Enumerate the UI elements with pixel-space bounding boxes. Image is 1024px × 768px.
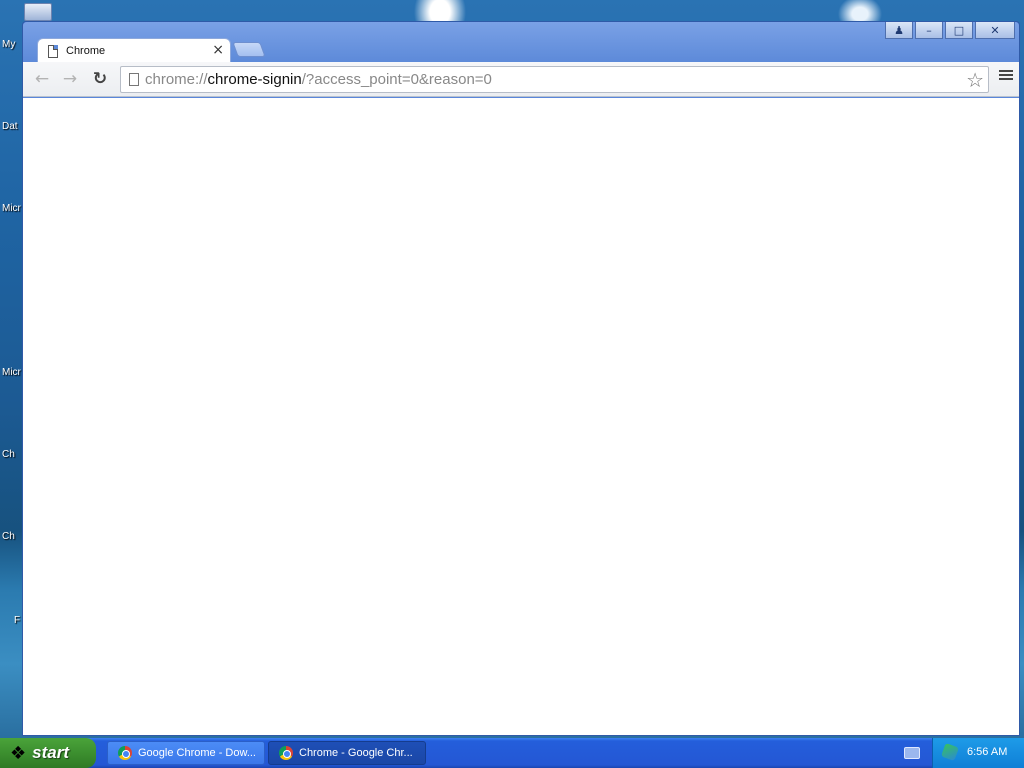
url-scheme: chrome://: [145, 71, 208, 88]
reload-icon[interactable]: ↻: [91, 70, 109, 88]
url-text[interactable]: chrome://chrome-signin/?access_point=0&r…: [145, 71, 492, 88]
url-path: /?access_point=0&reason=0: [301, 71, 492, 88]
profile-button[interactable]: ♟: [885, 22, 913, 39]
url-host: chrome-signin: [207, 71, 302, 88]
taskbar-item[interactable]: Google Chrome - Dow...: [107, 741, 265, 765]
windows-flag-icon: ❖: [10, 742, 27, 764]
desktop-icon-label[interactable]: Micr: [2, 203, 21, 214]
chrome-icon: [118, 746, 132, 760]
desktop-icon-label[interactable]: Ch: [2, 449, 15, 460]
page-icon: [48, 45, 58, 58]
person-icon: ♟: [894, 23, 904, 37]
new-tab-button[interactable]: [232, 42, 266, 57]
close-tab-icon[interactable]: ×: [212, 42, 224, 58]
taskbar: ❖ start Google Chrome - Dow... Chrome - …: [0, 738, 1024, 768]
window-controls: ♟ – □ ✕: [885, 22, 1015, 39]
title-bar[interactable]: ♟ – □ ✕ Chrome ×: [23, 22, 1019, 64]
toolbar: ← → ↻ chrome://chrome-signin/?access_poi…: [23, 62, 1019, 97]
desktop-icon-label[interactable]: Ch: [2, 531, 15, 542]
hamburger-menu-icon[interactable]: [999, 70, 1013, 88]
taskbar-item-label: Chrome - Google Chr...: [299, 747, 413, 759]
start-label: start: [32, 743, 69, 762]
address-bar[interactable]: chrome://chrome-signin/?access_point=0&r…: [120, 66, 989, 93]
network-icon[interactable]: [941, 743, 959, 761]
close-window-button[interactable]: ✕: [975, 22, 1015, 39]
taskbar-item-label: Google Chrome - Dow...: [138, 747, 256, 759]
tab-chrome[interactable]: Chrome ×: [37, 38, 231, 64]
desktop-icon-label[interactable]: Micr: [2, 367, 21, 378]
desktop-icon-label[interactable]: F: [14, 615, 20, 626]
chrome-window: ♟ – □ ✕ Chrome × ← → ↻ chrome://chrome-s…: [22, 21, 1020, 736]
desktop-icon-label[interactable]: Dat: [2, 121, 18, 132]
desktop-icon[interactable]: [24, 3, 52, 21]
page-content: [23, 98, 1019, 735]
taskbar-item-active[interactable]: Chrome - Google Chr...: [268, 741, 426, 765]
page-info-icon[interactable]: [129, 73, 139, 86]
maximize-button[interactable]: □: [945, 22, 973, 39]
bookmark-star-icon[interactable]: ☆: [966, 68, 984, 92]
desktop-icon-label[interactable]: My: [2, 39, 15, 50]
start-button[interactable]: ❖ start: [0, 738, 96, 768]
back-arrow-icon[interactable]: ←: [33, 70, 51, 88]
system-tray: 6:56 AM: [932, 738, 1024, 768]
clock[interactable]: 6:56 AM: [967, 746, 1007, 758]
tab-title: Chrome: [66, 45, 106, 57]
minimize-button[interactable]: –: [915, 22, 943, 39]
keyboard-icon[interactable]: [904, 747, 920, 759]
chrome-icon: [279, 746, 293, 760]
forward-arrow-icon[interactable]: →: [61, 70, 79, 88]
